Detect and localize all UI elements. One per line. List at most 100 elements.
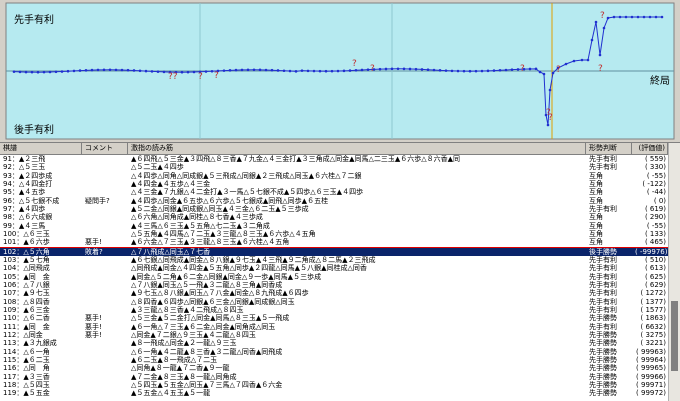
pv-cell: ▲７二金▲８三玉▲８一龍△同角成 (131, 372, 237, 381)
eval-point (551, 71, 555, 75)
eval-cell: ( 6632) (640, 322, 666, 331)
list-item[interactable]: 117：▲３三香 ▲７二金▲８三玉▲８一龍△同角成 先手勝勢 ( 99966) (0, 373, 680, 381)
question-mark: ? (548, 113, 553, 123)
evaluation-graph[interactable]: 先手有利 後手有利 終局 ???????????? (0, 0, 680, 142)
eval-point (486, 69, 490, 73)
col-header-pv[interactable]: 激指の読み筋 (128, 143, 586, 154)
col-header-judgement[interactable]: 形勢判断 (586, 143, 632, 154)
eval-point (222, 69, 226, 72)
eval-point (408, 67, 412, 71)
move-cell: 97：▲４四歩 (3, 204, 46, 213)
list-item[interactable]: 111：▲同 金 悪手! ▲６一角△７三玉▲６二金△同金▲同角成△同玉 先手有利 ( 6… (0, 323, 680, 331)
judgement-cell: 先手勝勢 (589, 380, 617, 389)
vertical-scrollbar[interactable] (668, 143, 680, 401)
move-cell: 110：△６二香 (3, 314, 50, 323)
eval-point (510, 68, 514, 71)
comment-cell (82, 222, 128, 230)
eval-cell: ( 99964) (636, 355, 666, 364)
list-item[interactable]: 109：▲６三金 ▲３三龍△８三香▲４二飛成△８四玉 先手有利 ( 1577) (0, 306, 680, 314)
pv-cell: ▲９七玉△８八銀▲同玉△７八金▲同金△８九飛成▲６四歩 (131, 289, 309, 298)
list-item[interactable]: 113：▲３九銀成 ▲８一飛成△同金▲２一龍△９三玉 先手勝勢 ( 3221) (0, 339, 680, 347)
graph-canvas[interactable]: 先手有利 後手有利 終局 ???????????? (0, 0, 680, 142)
scrollbar-thumb[interactable] (671, 301, 678, 371)
pv-cell: △７八飛成△同玉△７七香 (131, 247, 211, 256)
question-mark: ? (214, 71, 219, 81)
eval-point (48, 70, 52, 74)
list-item[interactable]: 104：△同飛成 △同飛成▲同金△４四金▲５五角△同歩▲２四龍△同馬▲５八銀▲同桂… (0, 264, 680, 272)
eval-point (90, 68, 94, 72)
list-item[interactable]: 91：▲２三飛 ▲６四飛△５三金▲３四飛△８三香▲７九金△４三金打▲３三角成△同金… (0, 155, 680, 163)
col-header-kifu[interactable]: 棋譜 (0, 143, 82, 154)
move-cell: 102：△５六角 (3, 247, 50, 256)
list-item[interactable]: 116：△同 角 △同角▲８一龍▲７二香▲９一龍 先手勝勢 ( 99965) (0, 364, 680, 372)
eval-point (590, 38, 594, 42)
list-item[interactable]: 114：△６一角 △６一角▲４二龍▲８三香▲３二龍△同香▲同飛成 先手勝勢 ( 999… (0, 348, 680, 356)
eval-point (444, 69, 448, 72)
pv-cell: △４三金▲７九銀△４二金打▲３一馬△５七銀不成▲５四歩△６三玉▲４四歩 (131, 188, 364, 197)
move-cell: 116：△同 角 (3, 364, 50, 373)
list-item[interactable]: 107：▲９七玉 ▲９七玉△８八銀▲同玉△７八金▲同金△８九飛成▲６四歩 先手有利 (… (0, 289, 680, 297)
eval-point (258, 68, 262, 72)
comment-cell (82, 230, 128, 238)
eval-point (204, 70, 208, 73)
judgement-cell: 互角 (589, 188, 603, 197)
list-item[interactable]: 96：△５七銀不成 疑問手? ▲４四歩△同金▲６五歩△６六歩△５七銀成▲同飛△同歩▲… (0, 197, 680, 205)
pv-cell: ▲５二金△同銀▲同成銀△同玉▲４三金△６二玉▲５三歩成 (131, 204, 309, 213)
list-item[interactable]: 101：▲６六歩 悪手! ▲６六金△７三玉▲３三龍△８三玉▲６六桂△４五角 互角 ( 4… (0, 238, 680, 248)
list-item[interactable]: 105：▲同 金 ▲同金△５二角▲６二金△同銀▲同金△９一歩▲同馬▲５三歩成 先手有… (0, 273, 680, 281)
list-item[interactable]: 115：▲６二玉 ▲６二玉▲８一飛成△７二玉 先手勝勢 ( 99964) (0, 356, 680, 364)
eval-point (548, 88, 552, 92)
pv-cell: ▲３三龍△８三香▲４二飛成△８四玉 (131, 305, 244, 314)
list-item[interactable]: 102：△５六角 敗着? △７八飛成△同玉△７七香 後手勝勢 ( -99976) (0, 247, 680, 256)
eval-point (138, 69, 142, 73)
move-list[interactable]: 棋譜 コメント 激指の読み筋 形勢判断 (評価値) 91：▲２三飛 ▲６四飛△５三… (0, 142, 680, 401)
list-item[interactable]: 106：△７八銀 △７八銀▲同玉△５一飛▲３二龍△８三角▲同香成 先手有利 ( 629… (0, 281, 680, 289)
list-item[interactable]: 95：▲４五歩 △４三金▲７九銀△４二金打▲３一馬△５七銀不成▲５四歩△６三玉▲４… (0, 188, 680, 196)
eval-point (474, 69, 478, 73)
pv-cell: △６六角△同角成▲同桂△８七香▲４三歩成 (131, 213, 263, 222)
eval-point (648, 15, 652, 19)
eval-point (612, 15, 616, 19)
list-item[interactable]: 108：△８四香 △８四香▲６四歩△同銀▲６三金△同銀▲同成銀△同玉 先手有利 ( 1… (0, 298, 680, 306)
list-item[interactable]: 98：△６六成銀 △６六角△同角成▲同桂△８七香▲４三歩成 互角 ( 290) (0, 213, 680, 221)
move-cell: 101：▲６六歩 (3, 238, 50, 247)
eval-cell: ( 619) (644, 204, 666, 213)
list-item[interactable]: 93：▲２四歩成 △４四歩△同角△同成銀▲５三飛成△同銀▲２三飛成△同玉▲６六桂△… (0, 172, 680, 180)
eval-point (450, 69, 454, 73)
eval-point (402, 67, 406, 71)
comment-cell (82, 264, 128, 272)
comment-cell (82, 273, 128, 281)
list-item[interactable]: 118：△５四玉 △５四玉▲５五金△同玉▲７三馬△７四香▲６六金 先手勝勢 ( 999… (0, 381, 680, 389)
judgement-cell: 先手有利 (589, 280, 617, 289)
eval-point (120, 68, 124, 72)
col-header-comment[interactable]: コメント (82, 143, 128, 154)
list-item[interactable]: 94：△４四金打 ▲４四金▲４五歩△４三金 互角 ( -122) (0, 180, 680, 188)
move-cell: 92：△５三玉 (3, 163, 46, 172)
eval-point (306, 69, 310, 73)
eval-point (282, 69, 286, 73)
judgement-cell: 先手有利 (589, 255, 617, 264)
pv-cell: △８四香▲６四歩△同銀▲６三金△同銀▲同成銀△同玉 (131, 297, 295, 306)
question-mark: ? (370, 64, 375, 74)
eval-point (162, 70, 166, 74)
list-item[interactable]: 119：▲５五金 ▲５五金△４五玉▲５一龍 先手勝勢 ( 99972) (0, 389, 680, 397)
eval-point (12, 70, 16, 73)
list-item[interactable]: 99：▲４三馬 ▲４三馬△６三玉▲５五角△七二玉▲３二角成 互角 ( -55) (0, 222, 680, 230)
eval-point (602, 26, 606, 30)
col-header-eval[interactable]: (評価値) (632, 143, 668, 154)
list-item[interactable]: 110：△６二香 悪手! △５三金▲５二金打△同金▲同馬△８三玉▲５一飛成 先手勝勢 (… (0, 314, 680, 322)
eval-point (462, 69, 466, 73)
comment-cell (82, 356, 128, 364)
list-item[interactable]: 103：▲５七角 ▲６七銀△同飛成▲同金△８八銀▲９七玉▲４三飛▲９二角成△８二馬… (0, 256, 680, 264)
eval-point (96, 68, 100, 72)
list-item[interactable]: 92：△５三玉 △５二玉▲４四歩 先手有利 ( 330) (0, 163, 680, 171)
judgement-cell: 先手勝勢 (589, 364, 617, 373)
eval-point (564, 62, 568, 66)
list-item[interactable]: 100：△６三玉 △５五角▲４四馬△７二玉▲３三龍△８三玉▲６六歩△４五角 互角 ( … (0, 230, 680, 238)
pv-cell: ▲６二玉▲８一飛成△７二玉 (131, 355, 218, 364)
comment-cell (82, 256, 128, 264)
eval-point (414, 67, 418, 71)
list-item[interactable]: 112：△同金 悪手! △同金▲７二銀△９三玉▲４二龍△８四玉 先手勝勢 ( 3275) (0, 331, 680, 339)
list-item[interactable]: 97：▲４四歩 ▲５二金△同銀▲同成銀△同玉▲４三金△６二玉▲５三歩成 先手有利 ( … (0, 205, 680, 213)
eval-cell: ( 99971) (636, 380, 666, 389)
